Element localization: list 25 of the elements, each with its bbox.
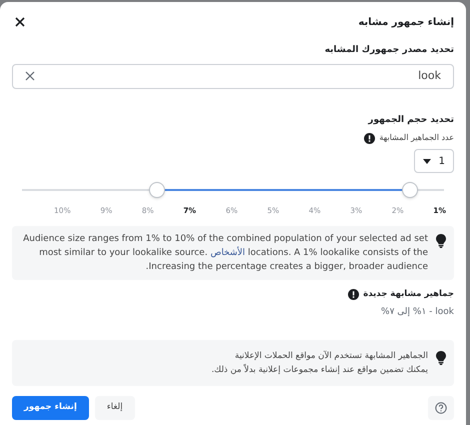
info-icon: [348, 289, 360, 300]
dialog-title: إنشاء جمهور مشابه: [358, 16, 454, 30]
caret-icon: [423, 158, 431, 164]
help-icon: [435, 402, 447, 414]
cancel-button[interactable]: إلغاء: [94, 396, 135, 420]
info-icon: [364, 132, 376, 144]
slider-thumb[interactable]: [402, 182, 418, 198]
slider-thumb[interactable]: [149, 182, 166, 198]
count-dropdown[interactable]: 1: [414, 149, 454, 173]
section-heading: تحديد حجم الجمهور: [368, 114, 454, 126]
field-label: عدد الجماهير المشابهة: [379, 132, 454, 144]
lightbulb-icon: [436, 234, 446, 248]
create-button[interactable]: إنشاء جمهور: [12, 396, 89, 420]
audience-name: look - ١% إلى ٧%: [381, 306, 454, 319]
lightbulb-icon: [436, 350, 446, 364]
source-field[interactable]: look: [12, 64, 454, 88]
close-icon: [15, 17, 25, 27]
help-button[interactable]: [428, 396, 454, 420]
notice-text: الجماهير المشابهة تستخدم الآن مواقع الحملات الإعلانية: [234, 350, 428, 362]
field-value: look: [418, 68, 441, 84]
notice-text: يمكنك تضمين مواقع عند إنشاء مجموعات إعلانية بدلاً من ذلك.: [211, 363, 428, 376]
field-label: تحديد مصدر جمهورك المشابه: [324, 44, 454, 57]
clear-icon[interactable]: [25, 71, 35, 81]
tip-link[interactable]: الأشخاص: [210, 248, 246, 258]
section-heading: جماهير مشابهة جديدة: [363, 288, 454, 301]
